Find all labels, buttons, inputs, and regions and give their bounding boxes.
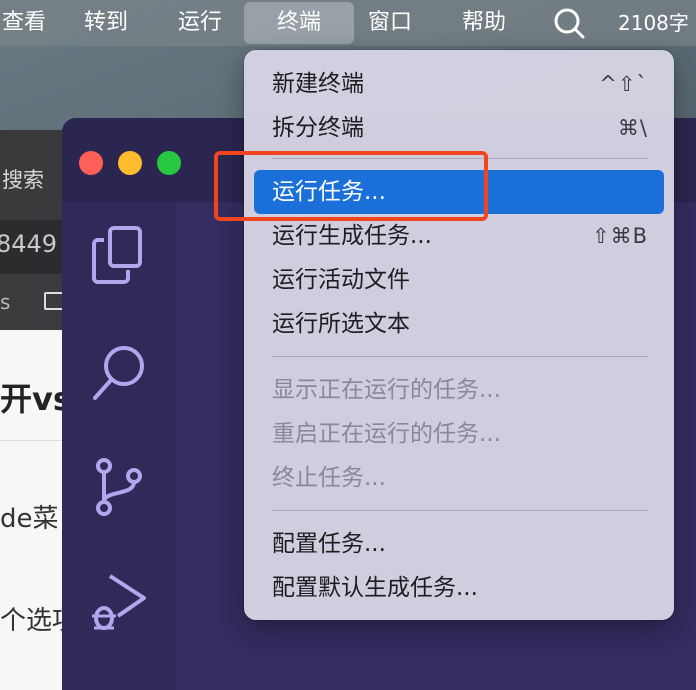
menu-item-configure-tasks[interactable]: 配置任务... [254, 522, 664, 566]
menu-go[interactable]: 转到 [72, 0, 140, 46]
source-control-icon[interactable] [90, 456, 148, 518]
menu-item-label: 拆分终端 [272, 115, 364, 141]
browser-url-fragment: 8449 [0, 230, 58, 258]
menu-run[interactable]: 运行 [166, 0, 234, 46]
menu-item-run-active-file[interactable]: 运行活动文件 [254, 258, 664, 302]
minimize-window-button[interactable] [118, 151, 142, 175]
menu-view[interactable]: 查看 [0, 0, 58, 46]
menu-item-new-terminal[interactable]: 新建终端 ^⇧` [254, 62, 664, 106]
menu-help[interactable]: 帮助 [450, 0, 518, 46]
menu-item-label: 新建终端 [272, 71, 364, 97]
menu-window[interactable]: 窗口 [356, 0, 424, 46]
zoom-window-button[interactable] [157, 151, 181, 175]
close-window-button[interactable] [79, 151, 103, 175]
menu-terminal[interactable]: 终端 [244, 2, 354, 44]
menu-separator [272, 510, 648, 511]
highlight-annotation-box [214, 151, 488, 221]
menu-item-restart-running-task: 重启正在运行的任务... [254, 412, 664, 456]
browser-search-label[interactable]: 搜索 [2, 164, 44, 194]
terminal-dropdown-menu: 新建终端 ^⇧` 拆分终端 ⌘\ 运行任务... 运行生成任务... ⇧⌘B 运… [244, 50, 674, 620]
article-text-fragment-1: de菜 [0, 504, 59, 534]
menu-item-label: 显示正在运行的任务... [272, 377, 501, 403]
menu-item-terminate-task: 终止任务... [254, 456, 664, 500]
menubar-status-text: 2108字 [618, 11, 689, 35]
menu-item-shortcut: ⌘\ [617, 116, 648, 140]
bookmark-fragment: s [0, 290, 11, 314]
activity-bar [62, 202, 176, 690]
menu-item-label: 配置默认生成任务... [272, 575, 478, 601]
menu-item-shortcut: ^⇧` [599, 72, 648, 96]
menu-item-shortcut: ⇧⌘B [591, 224, 648, 248]
macos-menu-bar: 查看 转到 运行 终端 窗口 帮助 2108字 [0, 0, 696, 46]
menu-item-label: 运行所选文本 [272, 311, 410, 337]
menu-item-label: 运行活动文件 [272, 267, 410, 293]
explorer-icon[interactable] [90, 224, 148, 286]
menu-item-label: 终止任务... [272, 465, 386, 491]
menu-item-configure-default-build-task[interactable]: 配置默认生成任务... [254, 566, 664, 610]
spotlight-search-icon[interactable] [552, 7, 588, 41]
menu-item-split-terminal[interactable]: 拆分终端 ⌘\ [254, 106, 664, 150]
menu-item-label: 重启正在运行的任务... [272, 421, 501, 447]
menu-item-label: 配置任务... [272, 531, 386, 557]
menu-item-label: 运行生成任务... [272, 223, 432, 249]
menu-item-run-selected-text[interactable]: 运行所选文本 [254, 302, 664, 346]
menu-item-show-running-tasks: 显示正在运行的任务... [254, 368, 664, 412]
search-icon[interactable] [90, 342, 148, 404]
run-debug-icon[interactable] [90, 572, 148, 634]
menu-separator [272, 356, 648, 357]
